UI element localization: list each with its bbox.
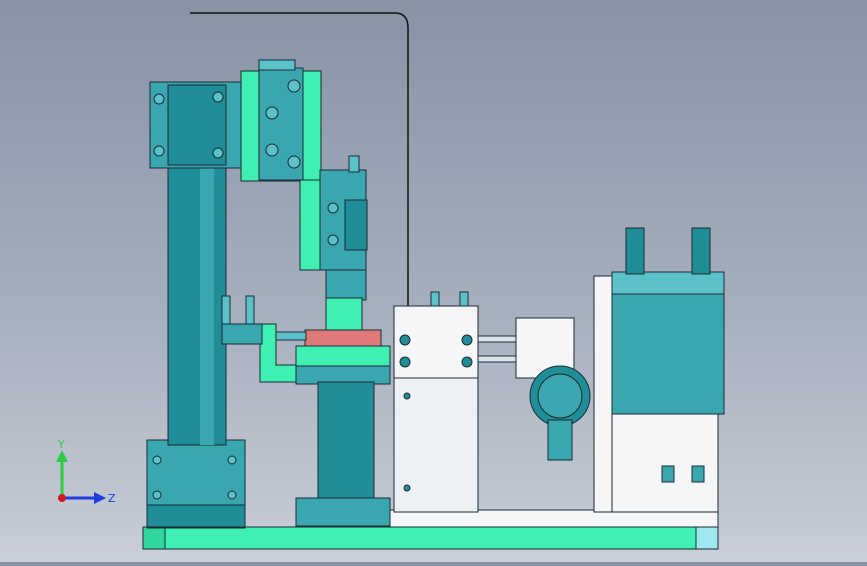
pink-workpiece	[304, 329, 382, 347]
bolt-head	[153, 145, 165, 157]
stand-foot	[295, 497, 391, 527]
cylinder-fitting	[625, 227, 645, 275]
fixture-assembly-model[interactable]	[0, 0, 867, 562]
fitting	[221, 295, 231, 325]
origin-dot	[58, 494, 66, 502]
fitting	[327, 202, 339, 214]
bolt-head	[153, 93, 165, 105]
foot-fitting	[661, 465, 675, 483]
bolt-head	[403, 484, 411, 492]
cad-viewport[interactable]: Y Z	[0, 0, 867, 562]
base-top-white-strip	[389, 509, 719, 528]
slider-body	[325, 269, 367, 301]
linear-rod	[477, 335, 523, 343]
nut	[287, 155, 301, 169]
valve-stem	[547, 419, 573, 461]
cylinder-fitting	[691, 227, 711, 275]
base-plate-left-end	[142, 526, 166, 550]
bolt-head	[461, 334, 473, 346]
column-bottom-plate	[146, 504, 246, 528]
z-axis-arrow	[94, 492, 106, 504]
axis-triad: Y Z	[56, 438, 116, 505]
bolt-head	[212, 147, 224, 159]
bolt-head	[403, 392, 411, 400]
right-white-frame	[593, 275, 615, 513]
valve-face	[537, 373, 583, 419]
y-axis-arrow	[56, 450, 68, 462]
fitting	[327, 234, 339, 246]
bolt-head	[399, 356, 411, 368]
small-fitting	[348, 155, 360, 173]
bolt-head	[212, 91, 224, 103]
bolt-head	[227, 490, 237, 500]
nut	[287, 79, 301, 93]
bolt-head	[399, 334, 411, 346]
fitting	[459, 291, 469, 307]
base-plate-right-end	[695, 526, 719, 550]
bolt-head	[227, 455, 237, 465]
fitting	[265, 143, 279, 157]
stand-column	[317, 381, 375, 513]
stand-top-teal	[295, 365, 391, 385]
fitting	[245, 295, 255, 325]
bolt-head	[461, 356, 473, 368]
middle-side-block	[344, 199, 368, 251]
z-axis-label: Z	[108, 492, 116, 505]
side-cylinder	[221, 323, 263, 345]
right-cylinder-end	[611, 271, 725, 295]
foot-fitting	[691, 465, 705, 483]
upper-cylinder-cap	[258, 59, 296, 71]
linear-rod	[477, 355, 523, 363]
guide-rod	[275, 331, 307, 341]
stand-top-mint	[295, 345, 391, 369]
y-axis-label: Y	[57, 438, 65, 451]
bolt-head	[152, 490, 162, 500]
base-plate	[142, 526, 719, 550]
fitting	[265, 106, 279, 120]
fitting	[430, 291, 440, 307]
press-block-mint	[325, 297, 363, 335]
bolt-head	[152, 455, 162, 465]
